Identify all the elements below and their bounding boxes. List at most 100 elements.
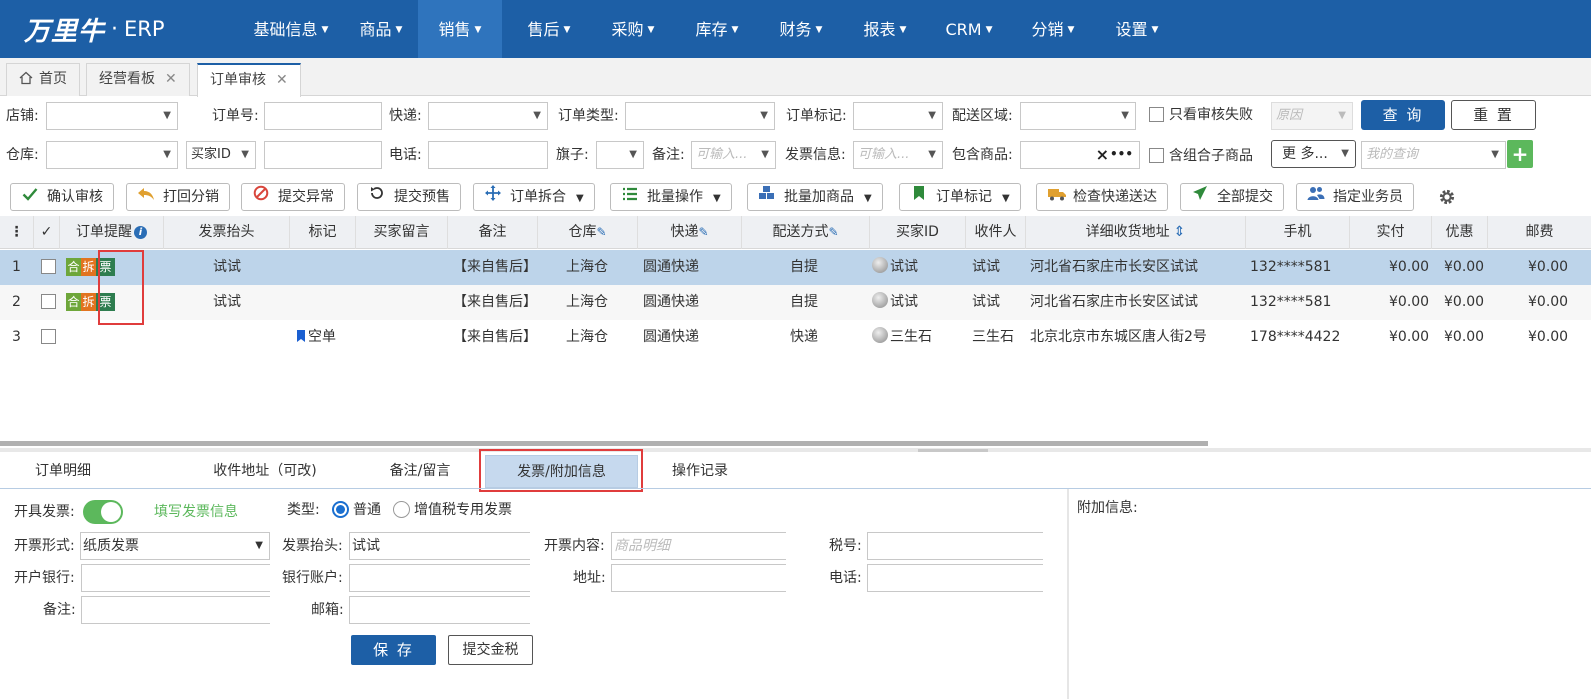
contains-goods-input[interactable]: × ••• [1020,141,1140,169]
close-icon[interactable]: ✕ [165,71,177,87]
edit-icon[interactable]: ✎ [698,225,708,239]
invoice-phone-input[interactable] [867,564,1043,592]
edit-icon[interactable]: ✎ [828,225,838,239]
add-query-button[interactable]: + [1507,140,1533,168]
table-horizontal-scrollbar[interactable] [0,441,1208,446]
phone-input[interactable] [428,141,548,169]
check-delivery-button[interactable]: 检查快递送达 [1036,183,1168,211]
more-icon[interactable]: ••• [1110,141,1133,167]
nav-item-finance[interactable]: 财务 ▼ [768,0,834,58]
panel-splitter[interactable] [0,448,1591,452]
nav-item-goods[interactable]: 商品 ▼ [348,0,414,58]
shop-select[interactable]: ▼ [46,102,178,130]
buyer-id-select[interactable]: 买家ID ▼ [186,141,256,169]
batch-add-goods-button[interactable]: 批量加商品 ▼ [747,183,883,211]
badge-merge[interactable]: 合 [66,258,81,276]
col-delivery[interactable]: 配送方式✎ [742,216,870,249]
nav-item-basic-info[interactable]: 基础信息 ▼ [242,0,340,58]
col-invoice-title[interactable]: 发票抬头 [164,216,290,249]
nav-item-crm[interactable]: CRM ▼ [934,0,1004,58]
reason-select[interactable]: 原因 ▼ [1271,102,1353,130]
tab-order-detail[interactable]: 订单明细 [0,455,126,488]
badge-merge[interactable]: 合 [66,293,81,311]
col-express[interactable]: 快递✎ [638,216,742,249]
badge-split[interactable]: 拆 [81,258,96,276]
col-warehouse[interactable]: 仓库✎ [538,216,638,249]
col-address[interactable]: 详细收货地址 ⇕ [1026,216,1246,249]
nav-item-sales[interactable]: 销售 ▼ [418,0,502,58]
col-mark[interactable]: 标记 [290,216,356,249]
col-paid[interactable]: 实付 [1350,216,1432,249]
tab-dashboard[interactable]: 经营看板 ✕ [86,63,190,96]
select-all-checkmark[interactable]: ✓ [34,216,60,249]
submit-exception-button[interactable]: 提交异常 [241,183,345,211]
row-checkbox[interactable] [41,294,56,309]
submit-all-button[interactable]: 全部提交 [1180,183,1284,211]
submit-presale-button[interactable]: 提交预售 [357,183,461,211]
submit-golden-tax-button[interactable]: 提交金税 [448,635,533,665]
invoice-remark-input[interactable] [81,596,270,624]
tab-home[interactable]: 首页 [6,63,80,96]
more-select[interactable]: 更 多... ▼ [1271,140,1356,168]
table-row[interactable]: 2 合拆票 试试 【来自售后】 上海仓 圆通快递 自提 试试 试试 河北省石家庄… [0,285,1591,320]
bank-input[interactable] [81,564,270,592]
email-input[interactable] [349,596,530,624]
order-mark-button[interactable]: 订单标记 ▼ [899,183,1021,211]
nav-item-distribution[interactable]: 分销 ▼ [1020,0,1086,58]
nav-item-settings[interactable]: 设置 ▼ [1104,0,1170,58]
table-row[interactable]: 1 合拆票 试试 【来自售后】 上海仓 圆通快递 自提 试试 试试 河北省石家庄… [0,250,1591,285]
save-button[interactable]: 保 存 [351,635,436,665]
flag-select[interactable]: ▼ [596,141,644,169]
tab-remark-message[interactable]: 备注/留言 [370,455,470,488]
col-phone[interactable]: 手机 [1246,216,1350,249]
radio-normal[interactable] [332,501,349,518]
row-checkbox[interactable] [41,329,56,344]
info-icon[interactable]: i [134,226,147,239]
nav-item-reports[interactable]: 报表 ▼ [852,0,918,58]
invoice-title-input[interactable]: 试试 [349,532,530,560]
tab-operation-log[interactable]: 操作记录 [650,455,750,488]
tab-order-review[interactable]: 订单审核 ✕ [197,63,301,97]
invoice-info-input[interactable]: 可输入... ▼ [853,141,943,169]
invoice-address-input[interactable] [611,564,786,592]
splitter-handle[interactable] [918,449,988,452]
tax-number-input[interactable] [867,532,1043,560]
fill-invoice-link[interactable]: 填写发票信息 [154,498,238,526]
table-row[interactable]: 3 空单 【来自售后】 上海仓 圆通快递 快递 三生石 三生石 北京北京市东城区… [0,320,1591,355]
bank-account-input[interactable] [349,564,530,592]
erp-logo[interactable]: 万里牛 · ERP [24,10,165,48]
col-reminder[interactable]: 订单提醒 i [60,216,164,249]
col-buyer-message[interactable]: 买家留言 [356,216,448,249]
warehouse-select[interactable]: ▼ [46,141,178,169]
nav-item-after-sales[interactable]: 售后 ▼ [516,0,582,58]
sort-icon[interactable]: ⇕ [1174,224,1186,240]
col-buyer-id[interactable]: 买家ID [870,216,966,249]
invoice-form-select[interactable]: 纸质发票 ▼ [80,532,270,560]
col-receiver[interactable]: 收件人 [966,216,1026,249]
region-select[interactable]: ▼ [1020,102,1136,130]
only-failed-checkbox[interactable] [1149,107,1164,122]
confirm-review-button[interactable]: 确认审核 [10,183,114,211]
order-type-select[interactable]: ▼ [625,102,775,130]
buyer-id-input[interactable] [264,141,382,169]
row-checkbox[interactable] [41,259,56,274]
badge-split[interactable]: 拆 [81,293,96,311]
nav-item-purchase[interactable]: 采购 ▼ [600,0,666,58]
invoice-content-input[interactable]: 商品明细 [611,532,786,560]
column-menu-icon[interactable]: ⋮ [0,216,34,249]
col-remark[interactable]: 备注 [448,216,538,249]
order-mark-select[interactable]: ▼ [853,102,943,130]
radio-vat[interactable] [393,501,410,518]
nav-item-inventory[interactable]: 库存 ▼ [684,0,750,58]
my-query-select[interactable]: 我的查询 ▼ [1361,141,1506,169]
close-icon[interactable]: ✕ [276,72,288,88]
col-discount[interactable]: 优惠 [1432,216,1488,249]
split-merge-button[interactable]: 订单拆合 ▼ [473,183,595,211]
order-no-input[interactable] [264,102,382,130]
express-select[interactable]: ▼ [428,102,548,130]
edit-icon[interactable]: ✎ [596,225,606,239]
reset-button[interactable]: 重 置 [1451,100,1536,130]
remark-input[interactable]: 可输入... ▼ [691,141,776,169]
combo-child-checkbox[interactable] [1149,148,1164,163]
tab-shipping-address[interactable]: 收件地址（可改) [180,455,350,488]
